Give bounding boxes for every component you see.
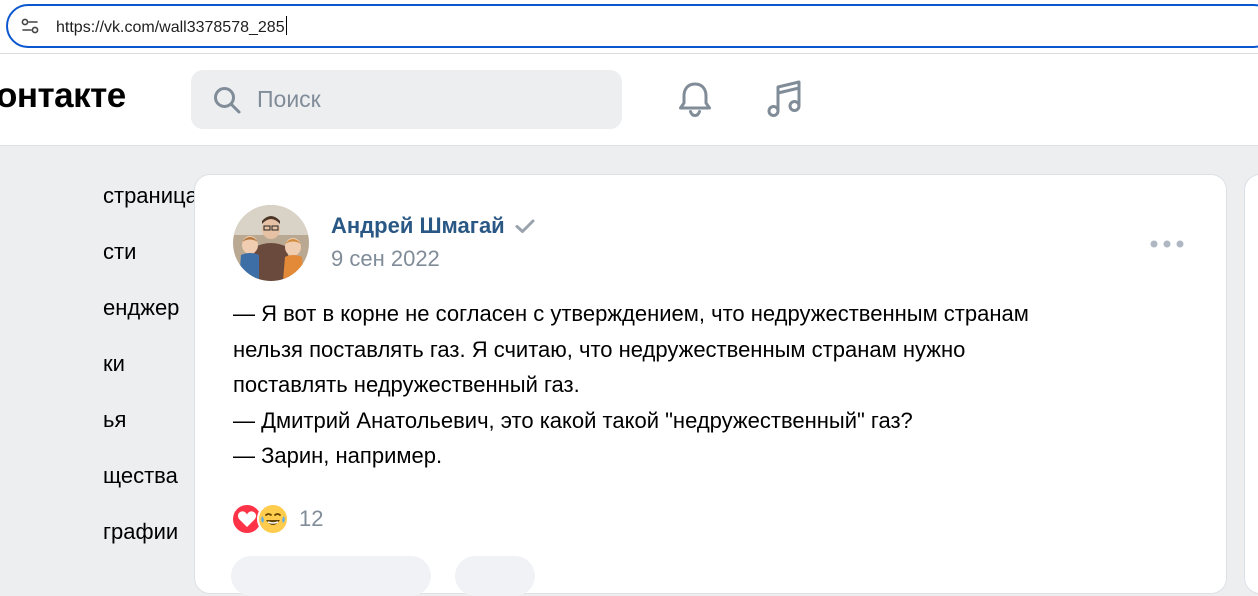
music-icon[interactable] — [761, 76, 807, 122]
bell-icon[interactable] — [672, 76, 718, 122]
left-sidebar: страница сти енджер ки ья щества графии — [0, 168, 198, 560]
sidebar-item-label: сти — [103, 239, 137, 264]
sidebar-item-my-page[interactable]: страница — [0, 168, 198, 224]
address-bar[interactable]: https://vk.com/wall3378578_285 — [6, 4, 1258, 48]
post-date[interactable]: 9 сен 2022 — [331, 246, 440, 272]
sidebar-item-label: енджер — [103, 295, 180, 320]
post-text-line: поставлять недружественный газ. — [233, 372, 580, 397]
post-card: Андрей Шмагай 9 сен 2022 — Я вот в корне… — [194, 174, 1227, 596]
sidebar-item-label: ки — [103, 351, 125, 376]
post-text-line: — Зарин, например. — [233, 443, 443, 468]
author-name-text: Андрей Шмагай — [331, 213, 505, 238]
site-settings-icon[interactable] — [16, 12, 44, 40]
search-input[interactable] — [257, 86, 597, 113]
avatar[interactable] — [233, 205, 309, 281]
post-text-line: нельзя поставлять газ. Я считаю, что нед… — [233, 336, 966, 362]
like-button[interactable] — [231, 556, 431, 596]
vk-logo[interactable]: онтакте — [0, 76, 126, 116]
reactions-count: 12 — [299, 506, 324, 531]
sidebar-item-calls[interactable]: ки — [0, 336, 180, 392]
post-text-line: — Я вот в корне не согласен с утверждени… — [233, 301, 1029, 326]
search-box[interactable] — [191, 70, 622, 129]
more-options-icon[interactable] — [1145, 227, 1189, 261]
sidebar-item-label: щества — [103, 463, 178, 488]
comment-button[interactable] — [455, 556, 535, 596]
laughing-emoji-icon — [257, 503, 289, 535]
sidebar-item-photos[interactable]: графии — [0, 504, 180, 560]
sidebar-item-news[interactable]: сти — [0, 224, 180, 280]
sidebar-item-friends[interactable]: ья — [0, 392, 180, 448]
sidebar-item-communities[interactable]: щества — [0, 448, 180, 504]
verified-icon — [515, 218, 535, 234]
sidebar-item-label: графии — [103, 519, 179, 544]
post-text-line: — Дмитрий Анатольевич, это какой такой "… — [233, 407, 913, 433]
reactions-summary[interactable]: 12 — [231, 501, 323, 537]
search-icon — [211, 84, 243, 116]
browser-toolbar: https://vk.com/wall3378578_285 — [0, 0, 1258, 54]
right-panel — [1244, 174, 1258, 594]
text-caret — [285, 15, 287, 35]
sidebar-item-label: страница — [103, 183, 198, 208]
url-text[interactable]: https://vk.com/wall3378578_285 — [56, 15, 287, 37]
sidebar-item-label: ья — [103, 407, 127, 432]
site-header: онтакте — [0, 54, 1258, 146]
sidebar-item-messenger[interactable]: енджер — [0, 280, 180, 336]
post-author[interactable]: Андрей Шмагай — [331, 213, 535, 239]
post-text: — Я вот в корне не согласен с утверждени… — [233, 296, 1193, 474]
